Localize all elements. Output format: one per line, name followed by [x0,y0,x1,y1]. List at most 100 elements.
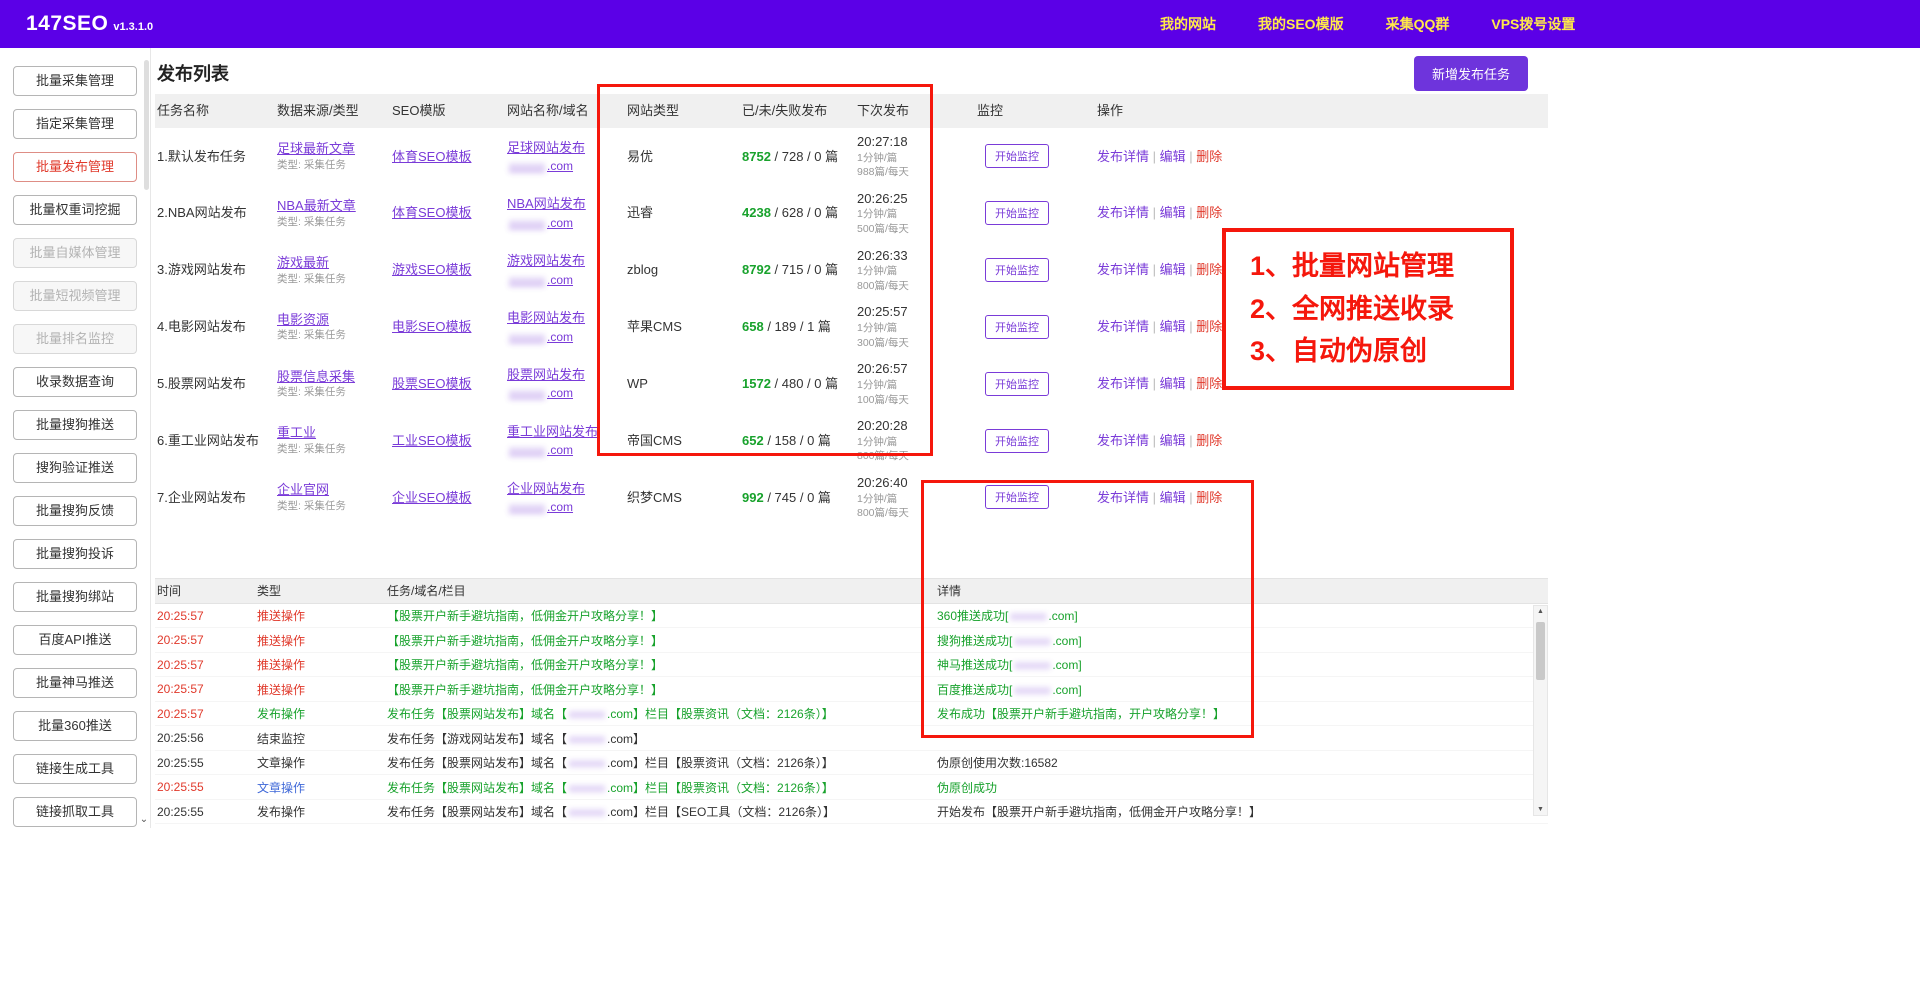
scroll-down-icon[interactable]: ▼ [1534,806,1547,813]
log-table-header: 时间类型任务/域名/栏目详情 [155,578,1548,604]
source-link[interactable]: NBA最新文章 [277,198,356,213]
monitor-cell: 开始监控 [975,253,1095,287]
next-publish-time: 20:26:40 [857,474,969,492]
sidebar-item[interactable]: 批量采集管理 [13,66,137,96]
task-name: 3.游戏网站发布 [155,256,275,284]
site-name-link[interactable]: 股票网站发布 [507,367,585,382]
source-link[interactable]: 股票信息采集 [277,369,355,384]
site-domain-link[interactable]: xxxxxx.com [507,442,619,458]
sidebar-item[interactable]: 批量搜狗投诉 [13,539,137,569]
log-scroll-thumb[interactable] [1536,622,1545,680]
site-domain-link[interactable]: xxxxxx.com [507,158,619,174]
delete-link[interactable]: 删除 [1196,149,1222,164]
log-detail: 开始发布【股票开户新手避坑指南，低佣金开户攻略分享！】 [935,801,1548,822]
delete-link[interactable]: 删除 [1196,205,1222,220]
source-link[interactable]: 企业官网 [277,482,329,497]
sidebar-item[interactable]: 批量权重词挖掘 [13,195,137,225]
source-link[interactable]: 电影资源 [277,312,329,327]
masked-text: xxxxxx [507,216,547,230]
separator: | [1149,319,1160,334]
publish-detail-link[interactable]: 发布详情 [1097,433,1149,448]
source-link[interactable]: 足球最新文章 [277,141,355,156]
site-name-link[interactable]: 游戏网站发布 [507,253,585,268]
publish-detail-link[interactable]: 发布详情 [1097,376,1149,391]
edit-link[interactable]: 编辑 [1160,376,1186,391]
site-name-link[interactable]: 企业网站发布 [507,481,585,496]
publish-task-row: 1.默认发布任务足球最新文章类型: 采集任务体育SEO模板足球网站发布xxxxx… [155,128,1548,185]
site-name-link[interactable]: 足球网站发布 [507,140,585,155]
start-monitor-button[interactable]: 开始监控 [985,429,1049,453]
publish-table-header: 任务名称数据来源/类型SEO模版网站名称/域名网站类型已/未/失败发布下次发布监… [155,94,1548,128]
edit-link[interactable]: 编辑 [1160,319,1186,334]
column-header: 下次发布 [855,97,975,125]
log-time: 20:25:57 [155,607,255,625]
edit-link[interactable]: 编辑 [1160,490,1186,505]
edit-link[interactable]: 编辑 [1160,149,1186,164]
chevron-down-icon[interactable]: ⌄ [138,815,150,825]
site-domain-link[interactable]: xxxxxx.com [507,215,619,231]
app-logo: 147SEOv1.3.1.0 [26,12,153,36]
publish-detail-link[interactable]: 发布详情 [1097,490,1149,505]
top-nav-item-4[interactable]: VPS拨号设置 [1491,14,1575,34]
source-link[interactable]: 游戏最新 [277,255,329,270]
site-cell: 电影网站发布 xxxxxx.com [505,304,625,350]
sidebar-item[interactable]: 指定采集管理 [13,109,137,139]
sidebar-scroll-thumb[interactable] [144,60,149,190]
publish-rate: 1分钟/篇 [857,493,969,507]
start-monitor-button[interactable]: 开始监控 [985,315,1049,339]
log-column-header: 时间 [155,580,255,601]
log-scrollbar[interactable]: ▲ ▼ [1533,605,1548,816]
start-monitor-button[interactable]: 开始监控 [985,258,1049,282]
seo-template-link[interactable]: 体育SEO模板 [392,149,471,164]
publish-detail-link[interactable]: 发布详情 [1097,262,1149,277]
delete-link[interactable]: 删除 [1196,490,1222,505]
start-monitor-button[interactable]: 开始监控 [985,201,1049,225]
sidebar-item[interactable]: 批量搜狗推送 [13,410,137,440]
start-monitor-button[interactable]: 开始监控 [985,144,1049,168]
site-domain-link[interactable]: xxxxxx.com [507,385,619,401]
source-link[interactable]: 重工业 [277,425,316,440]
new-publish-task-button[interactable]: 新增发布任务 [1414,56,1528,91]
sidebar-item[interactable]: 批量搜狗绑站 [13,582,137,612]
sidebar-item[interactable]: 收录数据查询 [13,367,137,397]
publish-detail-link[interactable]: 发布详情 [1097,319,1149,334]
delete-link[interactable]: 删除 [1196,433,1222,448]
log-column-header: 任务/域名/栏目 [385,580,935,601]
sidebar-item[interactable]: 批量神马推送 [13,668,137,698]
edit-link[interactable]: 编辑 [1160,205,1186,220]
seo-template-link[interactable]: 体育SEO模板 [392,205,471,220]
site-domain-link[interactable]: xxxxxx.com [507,272,619,288]
publish-detail-link[interactable]: 发布详情 [1097,149,1149,164]
top-nav-item-3[interactable]: 采集QQ群 [1386,14,1450,34]
sidebar-item[interactable]: 批量发布管理 [13,152,137,182]
seo-template-link[interactable]: 游戏SEO模板 [392,262,471,277]
sidebar-item[interactable]: 批量360推送 [13,711,137,741]
sidebar-item[interactable]: 链接生成工具 [13,754,137,784]
seo-template-link[interactable]: 工业SEO模板 [392,433,471,448]
edit-link[interactable]: 编辑 [1160,433,1186,448]
top-nav-item-2[interactable]: 我的SEO模版 [1258,14,1344,34]
edit-link[interactable]: 编辑 [1160,262,1186,277]
site-domain-link[interactable]: xxxxxx.com [507,329,619,345]
masked-text: xxxxxx [507,500,547,514]
sidebar-item[interactable]: 链接抓取工具 [13,797,137,827]
sidebar-item[interactable]: 搜狗验证推送 [13,453,137,483]
sidebar-item[interactable]: 百度API推送 [13,625,137,655]
site-name-link[interactable]: 重工业网站发布 [507,424,598,439]
seo-template-link[interactable]: 电影SEO模板 [392,319,471,334]
publish-stats: 8752 / 728 / 0 篇 [740,143,855,171]
top-nav-item-1[interactable]: 我的网站 [1160,14,1216,34]
delete-link[interactable]: 删除 [1196,376,1222,391]
sidebar-item[interactable]: 批量搜狗反馈 [13,496,137,526]
site-domain-link[interactable]: xxxxxx.com [507,499,619,515]
start-monitor-button[interactable]: 开始监控 [985,485,1049,509]
site-name-link[interactable]: NBA网站发布 [507,196,586,211]
start-monitor-button[interactable]: 开始监控 [985,372,1049,396]
delete-link[interactable]: 删除 [1196,319,1222,334]
seo-template-link[interactable]: 股票SEO模板 [392,376,471,391]
seo-template-link[interactable]: 企业SEO模板 [392,490,471,505]
site-name-link[interactable]: 电影网站发布 [507,310,585,325]
delete-link[interactable]: 删除 [1196,262,1222,277]
scroll-up-icon[interactable]: ▲ [1534,608,1547,615]
publish-detail-link[interactable]: 发布详情 [1097,205,1149,220]
